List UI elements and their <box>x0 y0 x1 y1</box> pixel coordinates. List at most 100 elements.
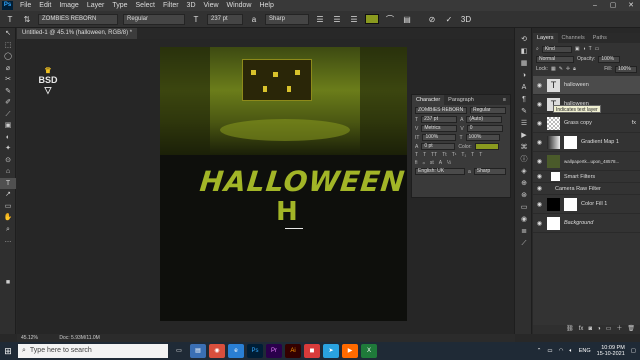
menu-view[interactable]: View <box>200 2 223 9</box>
lock-position-icon[interactable]: ✛ <box>566 66 570 72</box>
spreadsheet-icon[interactable]: X <box>361 344 377 358</box>
lasso-tool-icon[interactable]: ◯ <box>0 51 16 63</box>
adjustment-layer-icon[interactable]: ◑ <box>597 325 601 334</box>
more-tools-icon[interactable]: … <box>0 235 16 247</box>
fill-field[interactable]: 100% <box>615 65 637 73</box>
layer-name[interactable]: Camera Raw Filter <box>555 186 601 192</box>
lock-paint-icon[interactable]: ✎ <box>559 66 563 72</box>
halloween-title-text[interactable]: HALLOWEEN <box>198 165 407 198</box>
warp-text-icon[interactable]: ⌒ <box>384 14 396 25</box>
commit-check-icon[interactable]: ✓ <box>443 14 455 25</box>
styles-icon[interactable]: ◉ <box>515 214 533 226</box>
visibility-eye-icon[interactable]: ◉ <box>536 220 543 227</box>
glyphs-icon[interactable]: ⌘ <box>515 142 533 154</box>
tab-character[interactable]: Character <box>412 95 445 105</box>
3d-icon[interactable]: 3D <box>460 14 472 25</box>
filter-shape-icon[interactable]: ▭ <box>595 46 600 52</box>
new-layer-icon[interactable]: ＋ <box>616 325 622 334</box>
font-family-select[interactable]: ZOMBIES REBORN <box>38 13 118 25</box>
all-caps-icon[interactable]: TT <box>431 152 437 158</box>
align-right-icon[interactable]: ☰ <box>348 14 360 25</box>
channels-icon[interactable]: ≣ <box>515 226 533 238</box>
visibility-eye-icon[interactable]: ◉ <box>536 185 543 192</box>
layer-filter-kind[interactable]: Kind <box>541 45 572 53</box>
menu-file[interactable]: File <box>16 2 35 9</box>
layer-row[interactable]: ◉ Smart Filters <box>533 171 640 183</box>
layer-row[interactable]: ◉ Color Fill 1 <box>533 195 640 214</box>
layer-name[interactable]: halloween <box>564 82 589 88</box>
align-left-icon[interactable]: ☰ <box>314 14 326 25</box>
navigator-icon[interactable]: ⊕ <box>515 178 533 190</box>
photoshop-logo-icon[interactable]: Ps <box>2 1 13 10</box>
actions-icon[interactable]: ▶ <box>515 130 533 142</box>
stamp-tool-icon[interactable]: ▣ <box>0 120 16 132</box>
add-mask-icon[interactable]: ◙ <box>588 325 592 334</box>
properties-icon[interactable]: ☰ <box>515 118 533 130</box>
foreground-background-color-icon[interactable]: ■ <box>0 277 16 289</box>
menu-edit[interactable]: Edit <box>35 2 55 9</box>
notifications-icon[interactable]: ▢ <box>631 348 636 354</box>
add-style-icon[interactable]: fx <box>579 325 584 334</box>
menu-window[interactable]: Window <box>223 2 256 9</box>
character-panel-toggle-icon[interactable]: ▤ <box>401 14 413 25</box>
tab-channels[interactable]: Channels <box>558 33 589 43</box>
layer-name[interactable]: Background <box>564 220 593 226</box>
adjustments-icon[interactable]: ◑ <box>515 70 533 82</box>
char-tracking[interactable]: 0 <box>466 125 503 132</box>
cancel-icon[interactable]: ⊘ <box>426 14 438 25</box>
layer-name[interactable]: wallpapertk...upon_48578... <box>564 159 619 164</box>
char-font-style[interactable]: Regular <box>470 107 506 114</box>
new-group-icon[interactable]: ▭ <box>606 325 612 334</box>
visibility-eye-icon[interactable]: ◉ <box>536 101 543 108</box>
lock-all-icon[interactable]: 🔒︎ <box>573 66 576 72</box>
link-layers-icon[interactable]: ⛓ <box>566 325 574 334</box>
char-language[interactable]: English: UK <box>415 168 465 175</box>
filter-adjust-icon[interactable]: ◑ <box>583 46 586 52</box>
faux-bold-icon[interactable]: T <box>415 152 418 158</box>
info-icon[interactable]: ⓘ <box>515 154 533 166</box>
visibility-eye-icon[interactable]: ◉ <box>536 139 543 146</box>
clone-source-icon[interactable]: ⊛ <box>515 190 533 202</box>
minimize-button[interactable]: – <box>586 0 604 11</box>
char-size[interactable]: 237 pt <box>421 116 458 123</box>
superscript-icon[interactable]: T¹ <box>452 152 457 158</box>
menu-filter[interactable]: Filter <box>159 2 183 9</box>
menu-image[interactable]: Image <box>55 2 82 9</box>
brush-tool-icon[interactable]: ⟋ <box>0 109 16 121</box>
font-size-select[interactable]: 237 pt <box>207 13 243 25</box>
char-vscale[interactable]: 100% <box>422 134 457 141</box>
history-icon[interactable]: ⟲ <box>515 34 533 46</box>
eraser-tool-icon[interactable]: ✦ <box>0 143 16 155</box>
history-brush-tool-icon[interactable]: ◐ <box>0 132 16 144</box>
eyedropper-tool-icon[interactable]: ✎ <box>0 86 16 98</box>
char-font-family[interactable]: ZOMBIES REBORN <box>415 107 467 114</box>
opacity-field[interactable]: 100% <box>598 55 621 63</box>
gradient-tool-icon[interactable]: ⊙ <box>0 155 16 167</box>
close-button[interactable]: ✕ <box>622 0 640 11</box>
underline-icon[interactable]: T <box>471 152 474 158</box>
char-kerning[interactable]: Metrics <box>421 125 458 132</box>
layer-name[interactable]: Color Fill 1 <box>581 201 607 207</box>
char-hscale[interactable]: 100% <box>465 134 500 141</box>
brush-settings-icon[interactable]: ✎ <box>515 106 533 118</box>
type-tool-icon[interactable]: T <box>0 177 16 189</box>
ordinal-icon[interactable]: A <box>439 160 442 166</box>
layer-row[interactable]: ◉ wallpapertk...upon_48578... <box>533 152 640 171</box>
layer-name[interactable]: Gradient Map 1 <box>581 139 619 145</box>
layer-name[interactable]: Smart Filters <box>564 174 595 180</box>
battery-icon[interactable]: ▭ <box>547 348 552 354</box>
tray-chevron-icon[interactable]: ⌃ <box>537 348 542 354</box>
visibility-eye-icon[interactable]: ◉ <box>536 158 543 165</box>
edge-icon[interactable]: e <box>228 344 244 358</box>
path-select-tool-icon[interactable]: ↗ <box>0 189 16 201</box>
fraction-icon[interactable]: ½ <box>447 160 451 166</box>
char-leading[interactable]: (Auto) <box>466 116 503 123</box>
maximize-button[interactable]: ▢ <box>604 0 622 11</box>
lock-pixels-icon[interactable]: ▦ <box>551 66 556 72</box>
volume-icon[interactable]: 🔈︎ <box>569 348 572 355</box>
swatches-icon[interactable]: ▦ <box>515 58 533 70</box>
subscript-icon[interactable]: T₁ <box>461 152 466 158</box>
swash-icon[interactable]: ℴ <box>423 160 425 166</box>
layer-row[interactable]: ◉ Grass copy fx <box>533 114 640 133</box>
stylistic-icon[interactable]: st <box>430 160 434 166</box>
